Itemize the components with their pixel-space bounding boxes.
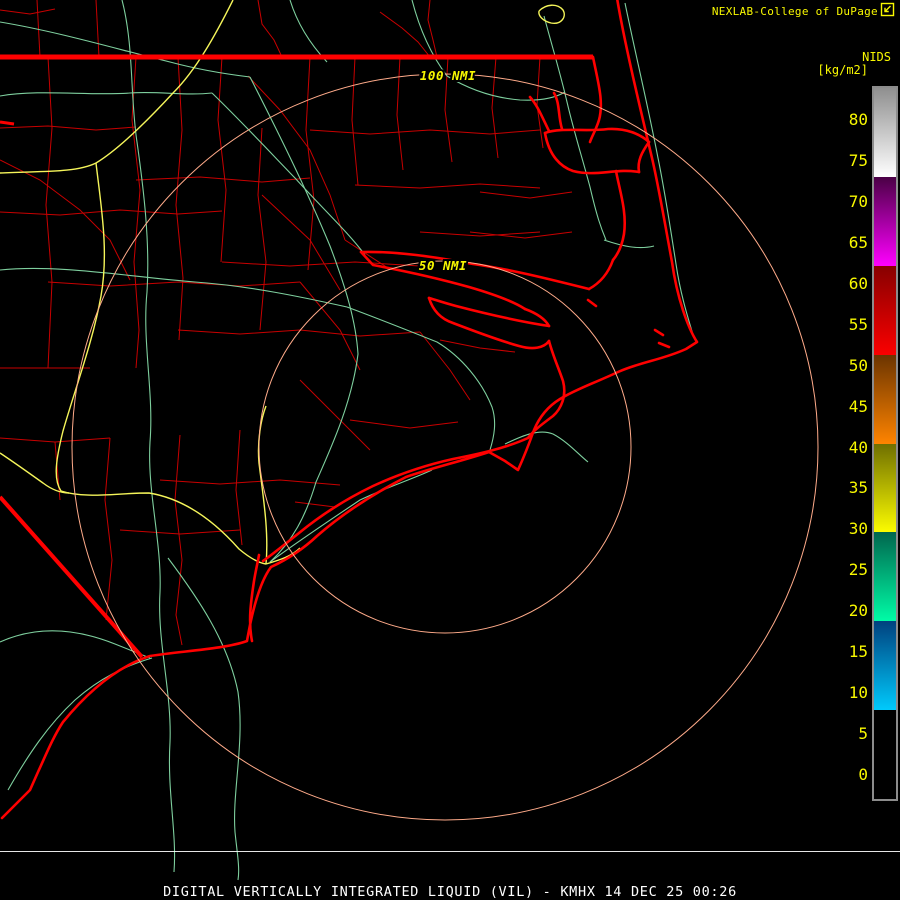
colorbar-tick: 40 (828, 439, 868, 457)
range-ring-50nmi (259, 261, 631, 633)
colorbar-tick: 30 (828, 520, 868, 538)
colorbar-tick: 10 (828, 684, 868, 702)
colorbar-segment (874, 444, 896, 533)
attribution-text: NEXLAB-College of DuPage (712, 5, 878, 18)
product-caption: DIGITAL VERTICALLY INTEGRATED LIQUID (VI… (0, 884, 900, 900)
colorbar-tick: 65 (828, 234, 868, 252)
colorbar (872, 86, 898, 801)
coastline-waterways (2, 0, 697, 818)
colorbar-segment (874, 355, 896, 444)
radar-display: 100 NMI 50 NMI NEXLAB-College of DuPage … (0, 0, 900, 900)
map-canvas: 100 NMI 50 NMI (0, 0, 900, 900)
colorbar-segment (874, 177, 896, 266)
colorbar-segment (874, 710, 896, 799)
range-ring-50-label: 50 NMI (419, 258, 467, 273)
units-label: [kg/m2] (817, 63, 868, 77)
colorbar-tick: 0 (828, 766, 868, 784)
colorbar-segments (874, 88, 896, 799)
road-network-yellow (0, 0, 564, 564)
colorbar-tick: 45 (828, 398, 868, 416)
colorbar-tick: 20 (828, 602, 868, 620)
colorbar-segment (874, 88, 896, 177)
state-boundaries (0, 57, 593, 657)
colorbar-tick: 55 (828, 316, 868, 334)
colorbar-tick: 70 (828, 193, 868, 211)
cod-logo-icon (880, 2, 895, 17)
colorbar-tick: 25 (828, 561, 868, 579)
colorbar-tick: 80 (828, 111, 868, 129)
range-rings: 100 NMI 50 NMI (72, 68, 818, 820)
footer-divider (0, 851, 900, 852)
colorbar-segment (874, 266, 896, 355)
colorbar-tick: 35 (828, 479, 868, 497)
colorbar-tick: 50 (828, 357, 868, 375)
colorbar-tick: 75 (828, 152, 868, 170)
range-ring-100-label: 100 NMI (420, 68, 476, 83)
colorbar-segment (874, 532, 896, 621)
colorbar-tick: 60 (828, 275, 868, 293)
colorbar-segment (874, 621, 896, 710)
colorbar-tick: 5 (828, 725, 868, 743)
product-code-label: NIDS (862, 50, 891, 64)
state-line-fragment (0, 122, 14, 124)
nc-sc-state-line (0, 497, 142, 657)
colorbar-tick: 15 (828, 643, 868, 661)
